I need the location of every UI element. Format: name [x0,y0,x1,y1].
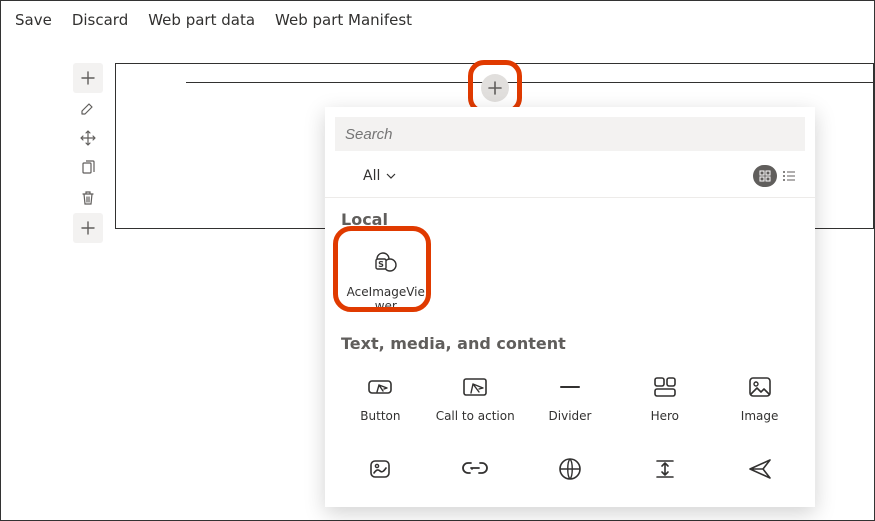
webpart-picker: All Local S [325,107,815,507]
divider-icon [556,373,584,401]
add-webpart-button[interactable] [481,74,509,102]
save-button[interactable]: Save [15,11,52,29]
spacer-icon [651,455,679,483]
duplicate-section-button[interactable] [73,153,103,183]
group-title-local: Local [337,208,803,239]
hero-icon [651,373,679,401]
webpart-tile-imagegallery[interactable] [337,445,424,507]
duplicate-icon [80,160,96,176]
sharepoint-icon: S [372,249,400,277]
list-icon [782,170,796,182]
chevron-down-icon [386,171,396,181]
calltoaction-icon [461,373,489,401]
webpart-tile-button[interactable]: Button [337,363,424,435]
button-icon [366,373,394,401]
svg-text:S: S [378,260,384,269]
webpart-tile-link[interactable] [432,445,519,507]
grid-view-button[interactable] [753,165,777,187]
webpart-tile-divider[interactable]: Divider [527,363,614,435]
delete-section-button[interactable] [73,183,103,213]
webpart-manifest-button[interactable]: Web part Manifest [275,11,412,29]
plus-icon [80,220,96,236]
move-section-button[interactable] [73,123,103,153]
webpart-tile-label: Divider [549,409,592,423]
webpart-data-button[interactable]: Web part data [148,11,255,29]
webpart-tile-label: Hero [651,409,679,423]
filter-label: All [363,168,380,184]
image-icon [746,373,774,401]
search-input[interactable] [335,117,805,151]
webpart-tile-calltoaction[interactable]: Call to action [432,363,519,435]
grid-icon [759,170,771,182]
add-section-bottom-button[interactable] [73,213,103,243]
webpart-tile-image[interactable]: Image [716,363,803,435]
webpart-tile-spacer[interactable] [621,445,708,507]
webpart-tile-embed[interactable] [527,445,614,507]
list-view-button[interactable] [777,165,801,187]
image-gallery-icon [366,455,394,483]
discard-button[interactable]: Discard [72,11,128,29]
webpart-tile-hero[interactable]: Hero [621,363,708,435]
filter-dropdown[interactable]: All [363,168,396,184]
link-icon [461,455,489,483]
webpart-tile-label: Image [741,409,779,423]
webpart-tile-stream[interactable] [716,445,803,507]
plus-icon [80,70,96,86]
send-icon [746,455,774,483]
globe-icon [556,455,584,483]
divider-line [186,82,873,83]
plus-icon [488,81,502,95]
edit-section-button[interactable] [73,93,103,123]
section-toolbox [73,63,103,243]
webpart-tile-label: Button [360,409,400,423]
trash-icon [80,190,96,206]
move-icon [80,130,96,146]
group-title-textmedia: Text, media, and content [337,332,803,363]
webpart-tile-label: Call to action [436,409,515,423]
add-section-button[interactable] [73,63,103,93]
webpart-tile-label: AceImageViewer [345,285,427,314]
edit-icon [80,100,96,116]
view-toggle [753,165,801,187]
webpart-tile-aceimageviewer[interactable]: S AceImageViewer [343,239,429,318]
